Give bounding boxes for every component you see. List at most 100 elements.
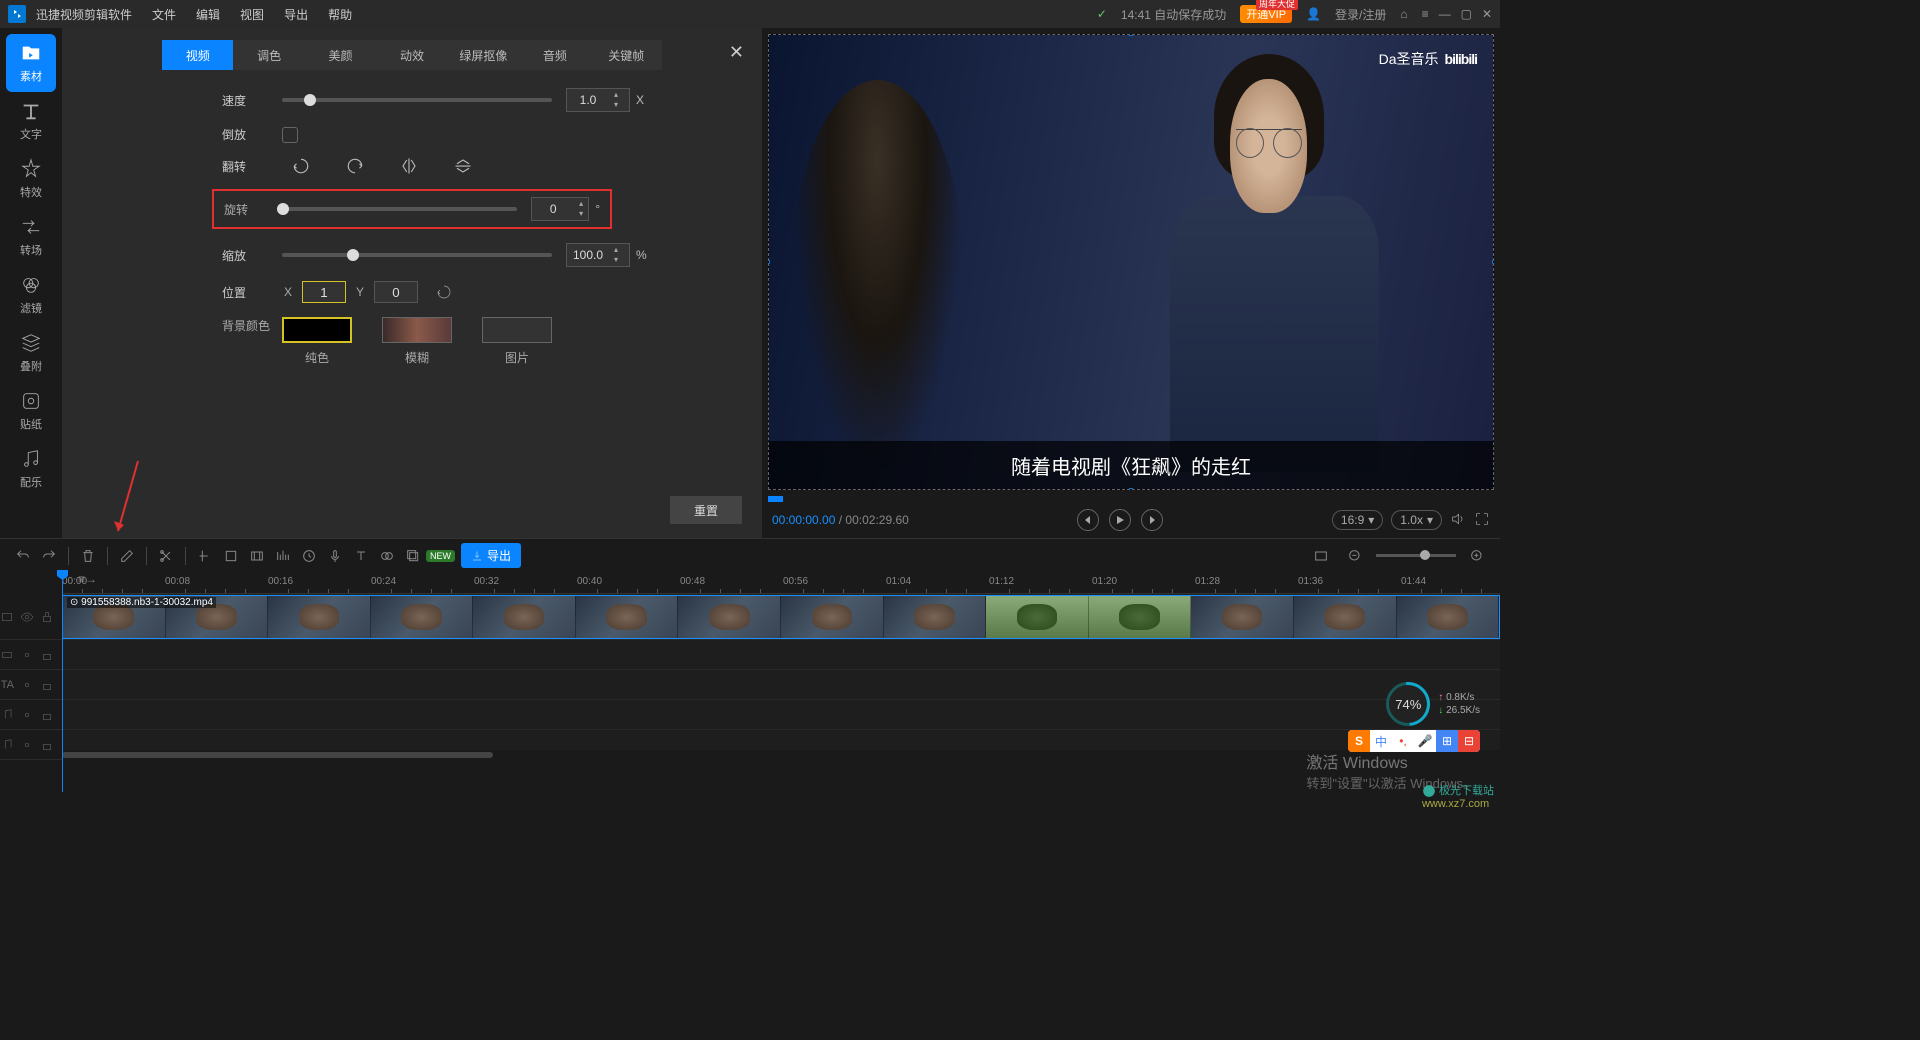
prev-frame-button[interactable] [1077,509,1099,531]
scale-row: 缩放 ▴▾ % [222,243,762,267]
visibility-icon[interactable] [20,610,34,624]
login-link[interactable]: 登录/注册 [1335,6,1386,23]
track-4 [0,700,1500,730]
lock-icon[interactable] [40,708,54,722]
horizontal-scrollbar[interactable] [62,750,1500,760]
export-button[interactable]: 导出 [461,543,521,568]
property-tabs: 视频 调色 美颜 动效 绿屏抠像 音频 关键帧 [162,40,662,70]
position-y-input[interactable] [374,281,418,303]
menu-export[interactable]: 导出 [284,6,308,23]
scale-slider[interactable] [282,253,552,257]
next-frame-button[interactable] [1141,509,1163,531]
main-menu: 文件 编辑 视图 导出 帮助 [152,6,352,23]
sidebar-label: 文字 [20,126,42,142]
menu-icon[interactable]: ≡ [1422,7,1429,21]
zoom-slider[interactable] [1376,554,1456,557]
sidebar-item-text[interactable]: 文字 [0,92,62,150]
volume-icon[interactable] [1450,511,1466,530]
voice-button[interactable] [322,543,348,569]
maximize-button[interactable]: ▢ [1461,7,1472,21]
track-3: TA [0,670,1500,700]
flip-row: 翻转 [222,157,762,175]
sidebar-item-overlay[interactable]: 叠附 [0,324,62,382]
undo-button[interactable] [10,543,36,569]
zoom-out-button[interactable] [1342,543,1368,569]
crop-button[interactable] [218,543,244,569]
speed-button[interactable] [270,543,296,569]
zoom-in-button[interactable] [1464,543,1490,569]
crop-left-button[interactable] [192,543,218,569]
rotate-slider[interactable] [277,207,517,211]
menu-file[interactable]: 文件 [152,6,176,23]
tab-beauty[interactable]: 美颜 [305,40,376,70]
reset-position-icon[interactable] [436,284,452,300]
playback-rate-combo[interactable]: 1.0x▾ [1391,510,1442,530]
close-button[interactable]: ✕ [1482,7,1492,21]
time-ruler[interactable]: ≡→ 00:0000:0800:1600:2400:3200:4000:4800… [62,572,1500,594]
rotate-ccw-icon[interactable] [292,157,310,175]
minimize-button[interactable]: — [1439,7,1451,21]
sidebar-item-effects[interactable]: 特效 [0,150,62,208]
menu-help[interactable]: 帮助 [328,6,352,23]
menu-edit[interactable]: 编辑 [196,6,220,23]
visibility-icon[interactable] [20,648,34,662]
vip-button[interactable]: 开通VIP 周年大促 [1240,5,1292,23]
visibility-icon[interactable] [20,738,34,752]
lock-icon[interactable] [40,610,54,624]
lock-icon[interactable] [40,738,54,752]
lock-icon[interactable] [40,648,54,662]
background-row: 背景颜色 纯色 模糊 图片 [222,317,762,366]
tab-audio[interactable]: 音频 [519,40,590,70]
visibility-icon[interactable] [20,708,34,722]
text-tool-button[interactable] [348,543,374,569]
video-preview[interactable]: Da圣音乐 bilibili 随着电视剧《狂飙》的走红 [768,34,1494,490]
flip-vertical-icon[interactable] [454,157,472,175]
bg-image-swatch[interactable] [482,317,552,343]
rotate-cw-icon[interactable] [346,157,364,175]
edit-button[interactable] [114,543,140,569]
bg-blur-swatch[interactable] [382,317,452,343]
sidebar-item-filter[interactable]: 滤镜 [0,266,62,324]
home-icon[interactable]: ⌂ [1400,7,1407,21]
copy-button[interactable] [400,543,426,569]
reverse-checkbox[interactable] [282,127,298,143]
flip-horizontal-icon[interactable] [400,157,418,175]
sidebar-item-music[interactable]: 配乐 [0,440,62,498]
redo-button[interactable] [36,543,62,569]
sidebar-item-material[interactable]: 素材 [6,34,56,92]
delete-button[interactable] [75,543,101,569]
speed-input[interactable]: ▴▾ [566,88,630,112]
mask-button[interactable] [374,543,400,569]
playhead[interactable] [62,572,63,792]
aspect-ratio-combo[interactable]: 16:9▾ [1332,510,1383,530]
split-button[interactable] [153,543,179,569]
time-button[interactable] [296,543,322,569]
reset-button[interactable]: 重置 [670,496,742,524]
tab-greenscreen[interactable]: 绿屏抠像 [448,40,519,70]
sidebar-item-sticker[interactable]: 贴纸 [0,382,62,440]
sidebar-label: 配乐 [20,474,42,490]
sidebar-item-transition[interactable]: 转场 [0,208,62,266]
tab-color[interactable]: 调色 [233,40,304,70]
speed-slider[interactable] [282,98,552,102]
sidebar-label: 素材 [20,68,42,84]
tab-keyframe[interactable]: 关键帧 [591,40,662,70]
scale-input[interactable]: ▴▾ [566,243,630,267]
visibility-icon[interactable] [20,678,34,692]
tab-motion[interactable]: 动效 [376,40,447,70]
play-button[interactable] [1109,509,1131,531]
video-clip[interactable]: ⊙ 991558388.nb3-1-30032.mp4 [62,595,1500,639]
sidebar-label: 特效 [20,184,42,200]
menu-view[interactable]: 视图 [240,6,264,23]
tab-video[interactable]: 视频 [162,40,233,70]
lock-icon[interactable] [40,678,54,692]
close-panel-icon[interactable]: ✕ [729,42,744,63]
fullscreen-icon[interactable] [1474,511,1490,530]
bg-solid-swatch[interactable] [282,317,352,343]
track-type-icon [0,610,14,624]
position-x-input[interactable] [302,281,346,303]
screenshot-button[interactable] [1308,543,1334,569]
rotate-label: 旋转 [224,201,277,218]
rotate-input[interactable]: ▴▾ [531,197,589,221]
freeze-button[interactable] [244,543,270,569]
